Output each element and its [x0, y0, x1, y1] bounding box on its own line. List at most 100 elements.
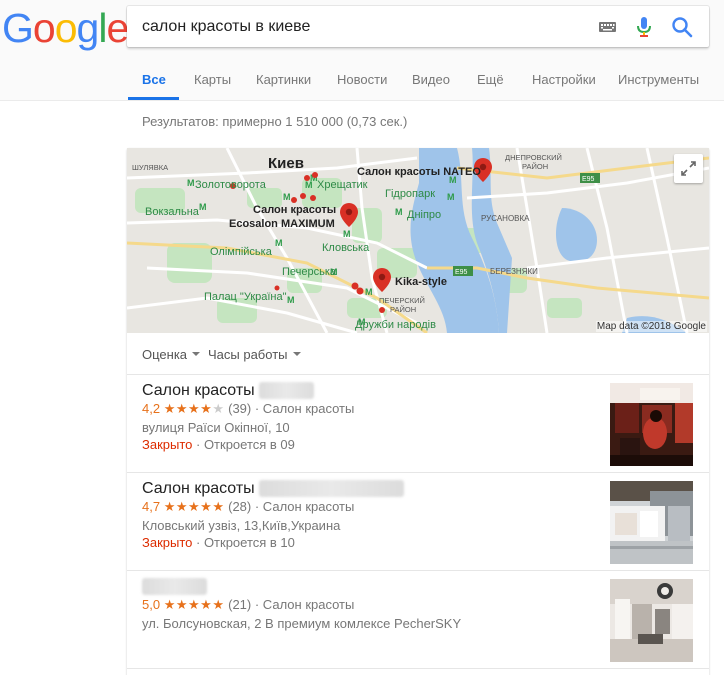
filter-rating[interactable]: Оценка: [142, 347, 201, 362]
map-label: Дніпро: [407, 209, 441, 221]
review-count[interactable]: (21): [228, 597, 251, 612]
map-label: Салон красоты: [253, 204, 336, 216]
tab-video[interactable]: Видео: [412, 72, 450, 87]
review-count[interactable]: (28): [228, 499, 251, 514]
listing-photo[interactable]: [610, 383, 693, 466]
filter-hours[interactable]: Часы работы: [208, 347, 301, 362]
map-label: E95: [582, 176, 595, 183]
redacted-name: [259, 382, 315, 400]
rating-value: 4,7: [142, 499, 161, 514]
star-rating-icon: ★★★★★: [163, 499, 225, 514]
listing-address: ул. Болсуновская, 2 В премиум комлексе P…: [142, 616, 462, 631]
map-label: ШУЛЯВКА: [132, 163, 168, 172]
map-label: Золотоворота: [195, 179, 267, 191]
listing-name[interactable]: [142, 578, 207, 596]
map-label: Вокзальна: [145, 206, 200, 218]
google-logo[interactable]: Google: [2, 5, 129, 51]
logo-letter: l: [98, 5, 107, 51]
svg-text:M: M: [343, 229, 351, 239]
svg-text:M: M: [287, 295, 295, 305]
svg-text:M: M: [199, 202, 207, 212]
listing-category: · Салон красоты: [254, 401, 355, 416]
filter-label: Оценка: [142, 347, 188, 362]
salon-photo-image: [610, 383, 693, 466]
listing-name[interactable]: Салон красоты: [142, 382, 315, 400]
map-label: Kika-style: [395, 276, 447, 288]
star-rating-icon: ★★★★★: [163, 401, 225, 416]
map-attribution[interactable]: Map data ©2018 Google: [595, 321, 707, 332]
map-label: Хрещатик: [317, 179, 368, 191]
active-tab-indicator: [128, 97, 179, 100]
search-box: [127, 6, 709, 47]
map-label: Дружби народів: [355, 319, 436, 331]
tab-maps[interactable]: Карты: [194, 72, 231, 87]
list-item[interactable]: 5,0 ★★★★★ (21) · Салон красоты ул. Болсу…: [127, 571, 709, 669]
logo-letter: g: [76, 5, 100, 51]
list-item[interactable]: Салон красоты 4,7 ★★★★★ (28) · Салон кра…: [127, 473, 709, 571]
star-rating-icon: ★★★★★: [163, 597, 225, 612]
list-item[interactable]: Салон красоты 4,2 ★★★★★ (39) · Салон кра…: [127, 375, 709, 473]
listing-rating: 4,2 ★★★★★ (39) · Салон красоты: [142, 401, 354, 417]
map-label: РАЙОН: [522, 162, 548, 171]
filter-bar: Оценка Часы работы: [127, 333, 709, 375]
logo-letter: o: [32, 5, 56, 51]
logo-letter: G: [2, 5, 34, 51]
map-label: ПЕЧЕРСКИЙ: [379, 296, 425, 305]
tab-tools[interactable]: Инструменты: [618, 72, 699, 87]
local-results-card: MMM MMM MMM MMM MM Киев ШУЛЯВКА Золотово…: [127, 148, 709, 675]
map[interactable]: MMM MMM MMM MMM MM Киев ШУЛЯВКА Золотово…: [127, 148, 709, 333]
listing-rating: 4,7 ★★★★★ (28) · Салон красоты: [142, 499, 354, 515]
status-badge: Закрыто: [142, 437, 193, 452]
map-label: Киев: [268, 155, 304, 172]
map-label: РАЙОН: [390, 305, 416, 314]
listing-address: Кловський узвіз, 13,Київ,Украина: [142, 518, 341, 533]
salon-photo-image: [610, 481, 693, 564]
svg-text:M: M: [187, 178, 195, 188]
search-input[interactable]: [142, 15, 582, 39]
tab-all[interactable]: Все: [142, 72, 166, 87]
redacted-name: [142, 578, 207, 596]
map-label: Гідропарк: [385, 188, 435, 200]
listing-photo[interactable]: [610, 481, 693, 564]
listing-rating: 5,0 ★★★★★ (21) · Салон красоты: [142, 597, 354, 613]
header: Google Все Карты Картинки Новости Видео: [0, 0, 724, 101]
rating-value: 4,2: [142, 401, 161, 416]
svg-text:M: M: [447, 192, 455, 202]
map-label: E95: [455, 269, 468, 276]
listing-name[interactable]: Салон красоты: [142, 480, 405, 498]
map-label: ДНЕПРОВСКИЙ: [505, 153, 562, 162]
keyboard-icon[interactable]: [599, 22, 616, 32]
map-label: Кловська: [322, 242, 370, 254]
chevron-down-icon: [292, 351, 301, 356]
search-icon[interactable]: [671, 16, 693, 38]
tab-more[interactable]: Ещё: [477, 72, 504, 87]
result-stats: Результатов: примерно 1 510 000 (0,73 се…: [142, 114, 408, 129]
listing-photo[interactable]: [610, 579, 693, 662]
tab-news[interactable]: Новости: [337, 72, 387, 87]
listing-hours: Закрыто · Откроется в 09: [142, 437, 295, 452]
map-label: Салон красоты NATEO: [357, 166, 481, 178]
svg-text:M: M: [365, 287, 373, 297]
tab-settings[interactable]: Настройки: [532, 72, 596, 87]
map-label: Печерська: [282, 266, 337, 278]
svg-text:M: M: [275, 238, 283, 248]
chevron-down-icon: [192, 351, 201, 356]
search-tabs: Все Карты Картинки Новости Видео Ещё Нас…: [0, 58, 724, 101]
map-label: Олімпійська: [210, 246, 273, 258]
map-label: БЕРЕЗНЯКИ: [490, 267, 538, 276]
microphone-icon[interactable]: [636, 16, 652, 38]
filter-label: Часы работы: [208, 347, 288, 362]
map-label: РУСАНОВКА: [481, 214, 530, 223]
listing-address: вулиця Раїси Окіпної, 10: [142, 420, 290, 435]
rating-value: 5,0: [142, 597, 161, 612]
status-badge: Закрыто: [142, 535, 193, 550]
salon-photo-image: [610, 579, 693, 662]
expand-map-button[interactable]: [674, 154, 703, 183]
tab-images[interactable]: Картинки: [256, 72, 311, 87]
svg-text:M: M: [283, 192, 291, 202]
map-canvas: MMM MMM MMM MMM MM Киев ШУЛЯВКА Золотово…: [127, 148, 709, 333]
logo-letter: o: [54, 5, 78, 51]
redacted-name: [259, 480, 405, 498]
review-count[interactable]: (39): [228, 401, 251, 416]
map-label: Палац "Україна": [204, 291, 287, 303]
